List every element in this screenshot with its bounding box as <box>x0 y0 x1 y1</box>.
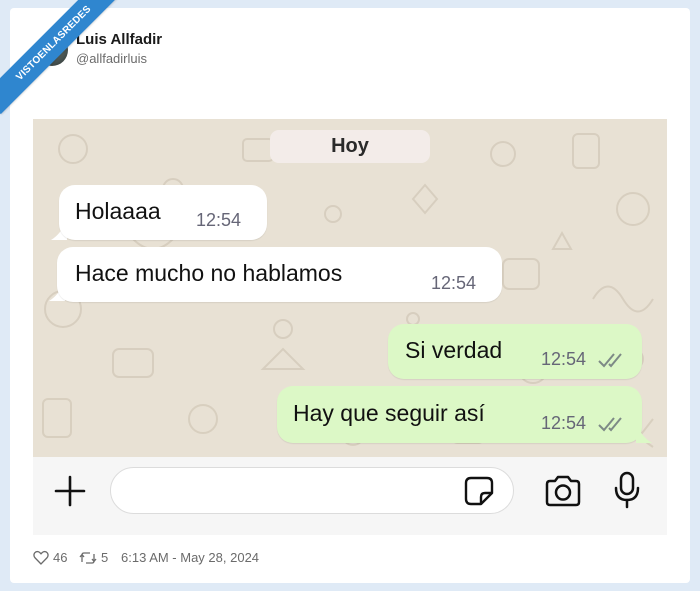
message-time: 12:54 <box>196 210 242 230</box>
message-time: 12:54 <box>431 273 477 293</box>
author-handle[interactable]: @allfadirluis <box>76 51 147 66</box>
plus-icon[interactable] <box>53 474 87 508</box>
bubble-tail <box>636 424 652 443</box>
message-bubble-outgoing[interactable]: Hay que seguir así 12:54 <box>277 386 642 443</box>
tweet-timestamp[interactable]: 6:13 AM - May 28, 2024 <box>121 550 259 565</box>
double-check-icon <box>598 353 622 368</box>
date-label: Hoy <box>331 135 369 157</box>
message-text: Hace mucho no hablamos <box>75 260 343 286</box>
message-text: Holaaaa <box>75 198 161 224</box>
message-bubble-incoming[interactable]: Hace mucho no hablamos 12:54 <box>57 247 502 302</box>
message-input[interactable] <box>110 467 514 514</box>
like-count-group[interactable]: 46 <box>33 550 67 565</box>
author-name[interactable]: Luis Allfadir <box>76 31 162 48</box>
heart-icon <box>33 550 49 565</box>
sticker-icon[interactable] <box>463 475 495 507</box>
message-bubble-incoming[interactable]: Holaaaa 12:54 <box>59 185 267 240</box>
retweet-count-group[interactable]: 5 <box>79 550 108 565</box>
like-count: 46 <box>53 550 68 565</box>
retweet-icon <box>79 551 97 564</box>
message-time: 12:54 <box>541 349 587 369</box>
double-check-icon <box>598 417 622 432</box>
retweet-count: 5 <box>101 550 109 565</box>
message-bubble-outgoing[interactable]: Si verdad 12:54 <box>388 324 642 379</box>
message-text: Si verdad <box>405 337 503 363</box>
date-separator: Hoy <box>270 130 430 163</box>
message-text: Hay que seguir así <box>293 400 485 426</box>
camera-icon[interactable] <box>543 474 583 508</box>
microphone-icon[interactable] <box>611 470 643 510</box>
message-time: 12:54 <box>541 413 587 433</box>
